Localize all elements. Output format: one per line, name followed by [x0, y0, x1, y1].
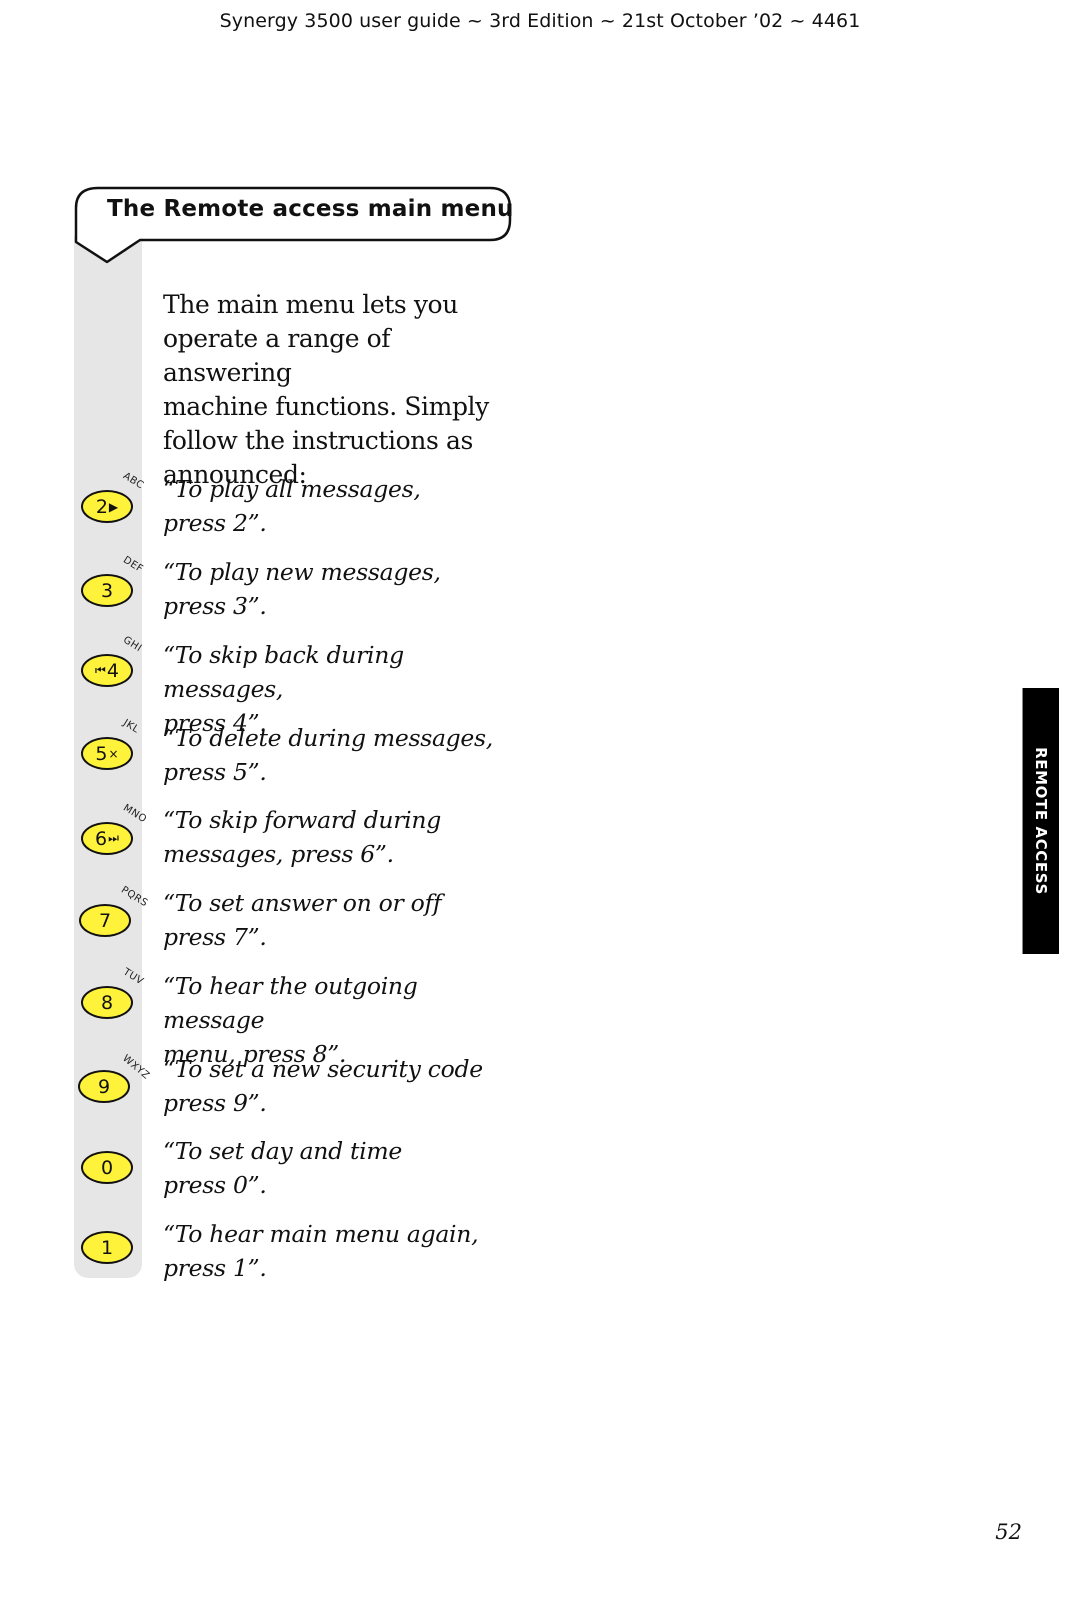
- keypad-key-2: 2 ▶ ABC: [81, 471, 146, 523]
- section-side-tab: REMOTE ACCESS: [1022, 688, 1059, 954]
- key-digit: 9: [97, 1075, 111, 1098]
- key-digit: 6: [95, 827, 108, 850]
- keypad-key-3: 3 DEF: [81, 555, 145, 607]
- option-line: messages, press 6”.: [163, 840, 394, 868]
- menu-option-0: “To set day and time press 0”.: [163, 1134, 523, 1202]
- menu-option-7: “To set answer on or off press 7”.: [163, 886, 523, 954]
- key-digit: 3: [100, 579, 114, 602]
- key-digit: 0: [100, 1156, 114, 1179]
- option-line: press 2”.: [163, 509, 267, 537]
- intro-paragraph: The main menu lets you operate a range o…: [163, 288, 523, 492]
- option-line: press 1”.: [163, 1254, 267, 1282]
- menu-option-6: “To skip forward during messages, press …: [163, 803, 523, 871]
- side-tab-label: REMOTE ACCESS: [1032, 747, 1050, 895]
- menu-option-3: “To play new messages, press 3”.: [163, 555, 523, 623]
- intro-line: follow the instructions as: [163, 426, 473, 455]
- menu-option-5: “To delete during messages, press 5”.: [163, 721, 523, 789]
- keypad-key-6: 6 ⏭ MNO: [81, 803, 149, 855]
- delete-icon: ×: [108, 746, 119, 761]
- intro-line: machine functions. Simply: [163, 392, 489, 421]
- option-line: “To set day and time: [163, 1137, 402, 1165]
- menu-option-9: “To set a new security code press 9”.: [163, 1052, 523, 1120]
- intro-line: operate a range of answering: [163, 324, 391, 387]
- option-line: “To delete during messages,: [163, 724, 493, 752]
- key-oval: 1: [81, 1231, 133, 1264]
- option-line: press 0”.: [163, 1171, 267, 1199]
- option-line: “To set answer on or off: [163, 889, 442, 917]
- option-line: press 7”.: [163, 923, 267, 951]
- option-line: “To play new messages,: [163, 558, 441, 586]
- option-line: “To set a new security code: [163, 1055, 483, 1083]
- keypad-key-4: ⏮ 4 GHI: [81, 635, 144, 687]
- play-icon: ▶: [108, 499, 119, 514]
- key-digit: 1: [100, 1236, 114, 1259]
- section-title: The Remote access main menu: [107, 196, 514, 222]
- option-line: press 3”.: [163, 592, 267, 620]
- page-number: 52: [995, 1520, 1022, 1544]
- keypad-key-8: 8 TUV: [81, 967, 145, 1019]
- option-line: “To skip forward during: [163, 806, 441, 834]
- option-line: “To skip back during messages,: [163, 641, 404, 703]
- skip-forward-icon: ⏭: [108, 831, 119, 845]
- option-line: press 5”.: [163, 758, 267, 786]
- key-digit: 7: [98, 909, 112, 932]
- keypad-key-7: 7 PQRS: [79, 885, 150, 937]
- menu-option-2: “To play all messages, press 2”.: [163, 472, 523, 540]
- section-title-bubble: The Remote access main menu: [74, 186, 514, 266]
- menu-option-1: “To hear main menu again, press 1”.: [163, 1217, 523, 1285]
- running-header: Synergy 3500 user guide ~ 3rd Edition ~ …: [219, 10, 861, 32]
- key-oval: 0: [81, 1151, 133, 1184]
- option-line: “To hear the outgoing message: [163, 972, 418, 1034]
- option-line: press 9”.: [163, 1089, 267, 1117]
- keypad-key-9: 9 WXYZ: [78, 1053, 152, 1103]
- option-line: “To hear main menu again,: [163, 1220, 479, 1248]
- key-digit: 8: [100, 991, 114, 1014]
- keypad-key-5: 5 × JKL: [81, 718, 141, 770]
- option-line: “To play all messages,: [163, 475, 421, 503]
- keypad-key-0: 0: [81, 1151, 133, 1184]
- intro-line: The main menu lets you: [163, 290, 458, 319]
- keypad-key-1: 1: [81, 1231, 133, 1264]
- skip-back-icon: ⏮: [95, 663, 106, 677]
- key-digit: 2: [95, 495, 108, 518]
- key-digit: 5: [95, 742, 108, 765]
